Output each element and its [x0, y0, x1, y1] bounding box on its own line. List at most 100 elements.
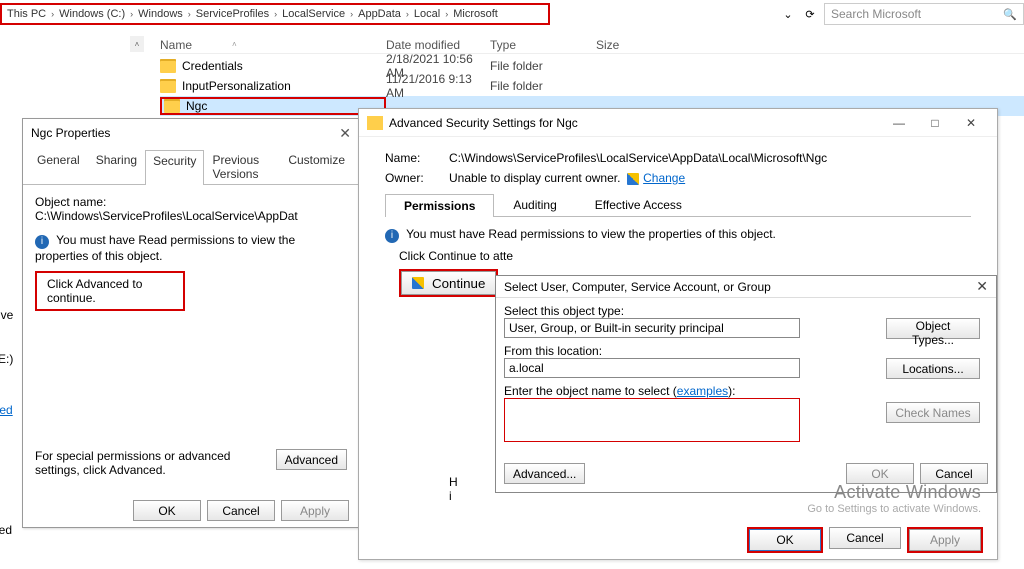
continue-text: Click Continue to atte [399, 249, 513, 263]
click-advanced-note: Click Advanced to continue. [35, 271, 185, 311]
object-name-value: C:\Windows\ServiceProfiles\LocalService\… [35, 209, 298, 223]
info-icon: i [35, 235, 49, 249]
ok-button[interactable]: OK [749, 529, 821, 551]
breadcrumb[interactable]: This PC› Windows (C:)› Windows› ServiceP… [0, 3, 550, 25]
left-fragment: rive [0, 308, 13, 322]
close-icon[interactable]: ✕ [953, 116, 989, 130]
chevron-right-icon: › [443, 9, 450, 19]
check-names-button[interactable]: Check Names [886, 402, 980, 423]
advanced-button[interactable]: Advanced [276, 449, 347, 470]
file-type: File folder [490, 59, 596, 73]
chevron-down-icon[interactable]: ⌄ [780, 6, 796, 22]
col-type[interactable]: Type [490, 36, 596, 53]
name-value: C:\Windows\ServiceProfiles\LocalService\… [449, 151, 971, 165]
object-type-field: User, Group, or Built-in security princi… [504, 318, 800, 338]
cropped-text: i [449, 489, 458, 503]
file-list-header: Name ˄ Date modified Type Size [160, 36, 1024, 54]
folder-icon [367, 116, 383, 130]
crumb-windows[interactable]: Windows [135, 8, 186, 20]
sort-chevron-icon: ˄ [232, 40, 237, 49]
crumb-local[interactable]: Local [411, 8, 443, 20]
cancel-button[interactable]: Cancel [829, 527, 901, 549]
crumb-c[interactable]: Windows (C:) [56, 8, 128, 20]
file-list: Credentials 2/18/2021 10:56 AM File fold… [160, 56, 1024, 116]
folder-icon [164, 99, 180, 113]
properties-tabs: General Sharing Security Previous Versio… [23, 147, 359, 185]
table-row[interactable]: InputPersonalization 11/21/2016 9:13 AM … [160, 76, 1024, 96]
folder-icon [160, 79, 176, 93]
shield-icon [412, 277, 424, 289]
change-owner-link[interactable]: Change [643, 171, 685, 185]
scroll-up-icon[interactable]: ˄ [130, 36, 144, 52]
chevron-right-icon: › [272, 9, 279, 19]
col-size[interactable]: Size [596, 36, 656, 53]
object-name-input[interactable] [504, 398, 800, 442]
examples-link[interactable]: examples [677, 384, 728, 398]
permissions-note: You must have Read permissions to view t… [35, 233, 295, 263]
cancel-button[interactable]: Cancel [207, 500, 275, 521]
chevron-right-icon: › [404, 9, 411, 19]
window-title: Ngc Properties [31, 126, 339, 140]
object-types-button[interactable]: Object Types... [886, 318, 980, 339]
from-location-field: a.local [504, 358, 800, 378]
left-link-fragment[interactable]: ted [0, 403, 13, 417]
tab-permissions[interactable]: Permissions [385, 194, 494, 217]
object-name-label: Object name: [35, 195, 115, 209]
locations-button[interactable]: Locations... [886, 358, 980, 379]
file-type: File folder [490, 79, 596, 93]
tab-effective-access[interactable]: Effective Access [576, 193, 701, 216]
continue-button[interactable]: Continue [401, 271, 496, 295]
window-title: Advanced Security Settings for Ngc [389, 116, 881, 130]
file-date: 11/21/2016 9:13 AM [386, 72, 490, 100]
close-icon[interactable]: ✕ [976, 278, 988, 295]
maximize-icon[interactable]: □ [917, 116, 953, 130]
chevron-right-icon: › [186, 9, 193, 19]
crumb-localsvc[interactable]: LocalService [279, 8, 348, 20]
advanced-security-window: Advanced Security Settings for Ngc — □ ✕… [358, 108, 998, 560]
chevron-right-icon: › [348, 9, 355, 19]
col-date[interactable]: Date modified [386, 36, 490, 53]
folder-icon [160, 59, 176, 73]
ok-button[interactable]: OK [846, 463, 914, 484]
tab-sharing[interactable]: Sharing [88, 149, 145, 184]
activate-windows-watermark: Activate Windows [807, 482, 981, 503]
apply-button[interactable]: Apply [281, 500, 349, 521]
crumb-thispc[interactable]: This PC [4, 8, 49, 20]
cancel-button[interactable]: Cancel [920, 463, 988, 484]
name-label: Name: [385, 151, 449, 165]
file-name: Credentials [182, 59, 243, 73]
col-name[interactable]: Name [160, 38, 192, 52]
shield-icon [627, 173, 639, 185]
activate-windows-sub: Go to Settings to activate Windows. [807, 503, 981, 515]
file-name: Ngc [186, 99, 207, 113]
close-icon[interactable]: ✕ [339, 125, 351, 142]
select-user-dialog: Select User, Computer, Service Account, … [495, 275, 997, 493]
search-input[interactable]: Search Microsoft 🔍 [824, 3, 1024, 25]
cropped-text: H [449, 475, 458, 489]
tab-previous-versions[interactable]: Previous Versions [204, 149, 280, 184]
refresh-icon[interactable]: ⟳ [802, 6, 818, 22]
chevron-right-icon: › [49, 9, 56, 19]
file-name: InputPersonalization [182, 79, 291, 93]
security-subtabs: Permissions Auditing Effective Access [385, 193, 971, 217]
crumb-microsoft[interactable]: Microsoft [450, 8, 501, 20]
search-icon: 🔍 [1003, 8, 1017, 21]
info-icon: i [385, 229, 399, 243]
tab-general[interactable]: General [29, 149, 88, 184]
crumb-appdata[interactable]: AppData [355, 8, 404, 20]
table-row[interactable]: Credentials 2/18/2021 10:56 AM File fold… [160, 56, 1024, 76]
apply-button[interactable]: Apply [909, 529, 981, 551]
left-fragment: ded [0, 523, 12, 537]
tab-customize[interactable]: Customize [280, 149, 353, 184]
enter-name-label: Enter the object name to select [504, 384, 669, 398]
tab-security[interactable]: Security [145, 150, 204, 185]
from-location-label: From this location: [504, 344, 988, 358]
minimize-icon[interactable]: — [881, 116, 917, 130]
object-type-label: Select this object type: [504, 304, 988, 318]
read-permissions-note: You must have Read permissions to view t… [406, 227, 776, 241]
properties-window: Ngc Properties ✕ General Sharing Securit… [22, 118, 360, 528]
advanced-button[interactable]: Advanced... [504, 463, 585, 484]
tab-auditing[interactable]: Auditing [494, 193, 575, 216]
crumb-svcprof[interactable]: ServiceProfiles [193, 8, 272, 20]
ok-button[interactable]: OK [133, 500, 201, 521]
